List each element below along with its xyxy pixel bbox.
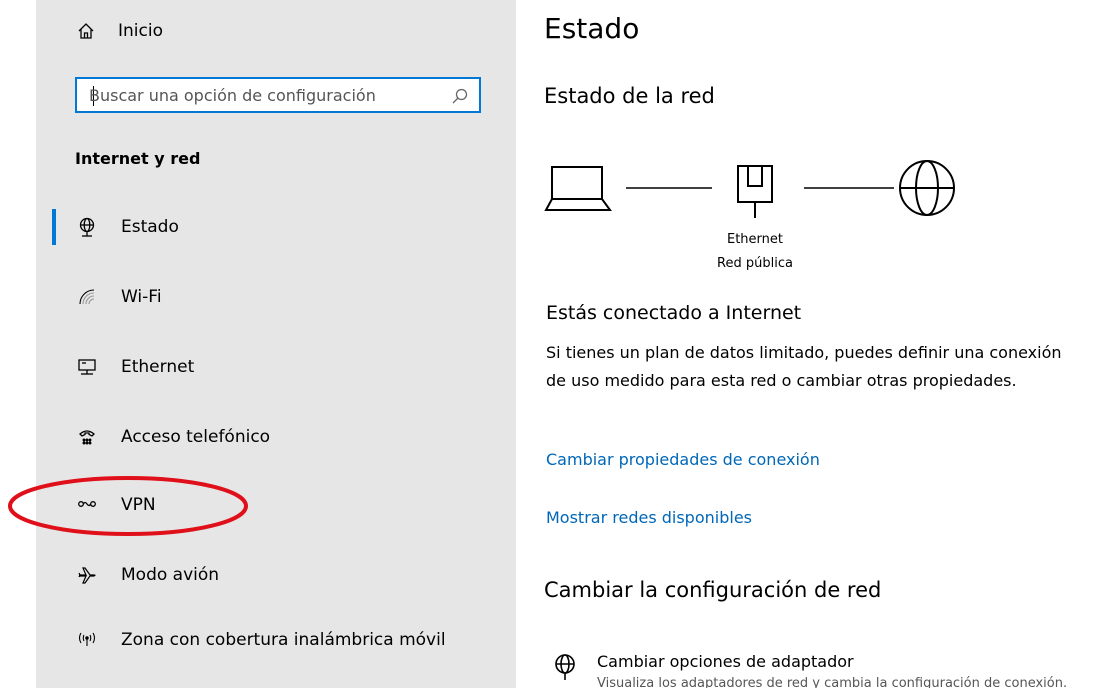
search-icon[interactable]	[451, 87, 469, 105]
dial-up-icon	[76, 426, 98, 448]
sidebar-item-dialup[interactable]: Acceso telefónico	[36, 417, 516, 457]
sidebar-item-airplane[interactable]: Modo avión	[36, 555, 516, 595]
adapter-options-description: Visualiza los adaptadores de red y cambi…	[597, 676, 1068, 688]
home-icon	[76, 22, 96, 40]
adapter-globe-icon	[552, 654, 578, 680]
page-title: Estado	[544, 12, 640, 45]
change-adapter-options[interactable]: Cambiar opciones de adaptador Visualiza …	[552, 650, 1107, 688]
network-diagram-graphic	[544, 160, 955, 218]
airplane-icon	[76, 564, 98, 586]
sidebar-item-mobile-hotspot[interactable]: Zona con cobertura inalámbrica móvil	[36, 620, 516, 660]
sidebar-item-wifi[interactable]: Wi-Fi	[36, 277, 516, 317]
sidebar-item-label: Wi-Fi	[121, 287, 162, 307]
search-input[interactable]	[89, 79, 439, 111]
sidebar-item-label: Modo avión	[121, 565, 220, 585]
sidebar-item-label: Ethernet	[121, 357, 195, 377]
sidebar-item-label: VPN	[121, 495, 156, 515]
ethernet-icon	[76, 356, 98, 378]
sidebar: Inicio Internet y red	[0, 0, 516, 688]
vpn-icon	[76, 494, 98, 516]
main-content: Estado Estado de la red Ethernet Red púb…	[516, 0, 1107, 688]
wifi-icon	[76, 286, 98, 308]
diagram-network-type: Red pública	[717, 256, 793, 271]
sidebar-item-estado[interactable]: Estado	[36, 207, 516, 247]
search-box[interactable]	[75, 77, 481, 113]
network-diagram: Ethernet Red pública	[544, 152, 984, 282]
sidebar-item-vpn[interactable]: VPN	[36, 485, 516, 525]
settings-window: Inicio Internet y red	[0, 0, 1107, 688]
sidebar-item-label: Estado	[121, 217, 179, 237]
sidebar-home[interactable]: Inicio	[76, 16, 163, 46]
sidebar-section-title: Internet y red	[75, 149, 201, 168]
sidebar-item-label: Zona con cobertura inalámbrica móvil	[121, 630, 446, 650]
connected-description: Si tienes un plan de datos limitado, pue…	[546, 343, 1062, 390]
internet-globe-icon	[899, 160, 955, 216]
diagram-adapter-name: Ethernet	[727, 232, 783, 247]
globe-network-icon	[76, 216, 98, 238]
sidebar-item-label: Acceso telefónico	[121, 427, 271, 447]
adapter-options-title: Cambiar opciones de adaptador	[597, 652, 854, 671]
sidebar-item-ethernet[interactable]: Ethernet	[36, 347, 516, 387]
sidebar-home-label: Inicio	[118, 21, 163, 41]
ethernet-adapter-icon	[737, 165, 773, 218]
show-available-networks-link[interactable]: Mostrar redes disponibles	[546, 508, 752, 527]
hotspot-icon	[76, 629, 98, 651]
network-status-heading: Estado de la red	[544, 84, 715, 108]
change-connection-properties-link[interactable]: Cambiar propiedades de conexión	[546, 450, 820, 469]
laptop-icon	[544, 166, 612, 211]
connected-heading: Estás conectado a Internet	[546, 302, 802, 324]
change-network-settings-heading: Cambiar la configuración de red	[544, 578, 882, 602]
